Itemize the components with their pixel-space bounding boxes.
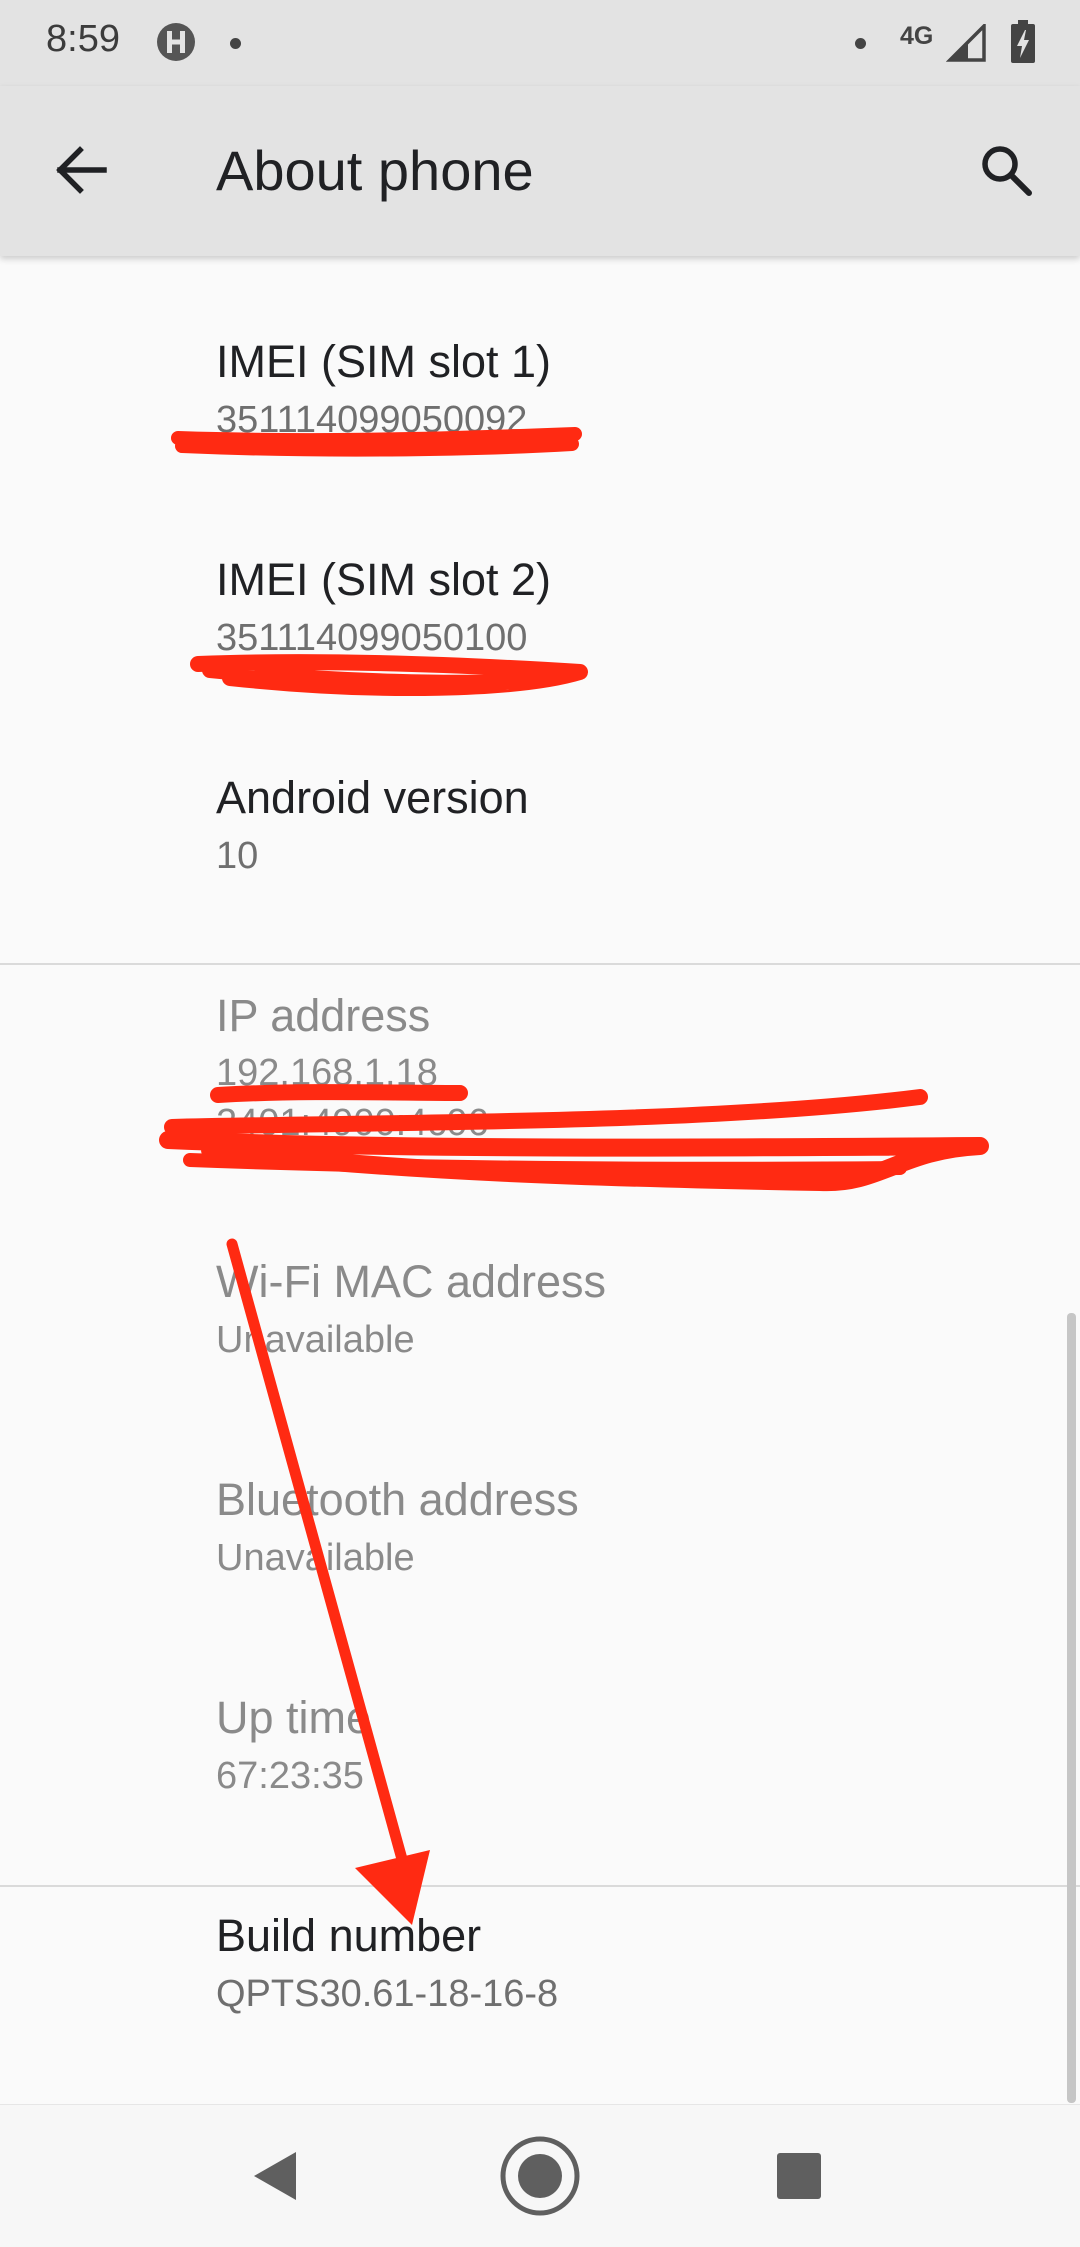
- status-dot-icon: [855, 38, 866, 49]
- status-time: 8:59: [46, 18, 120, 60]
- cell-signal-icon: [945, 21, 986, 67]
- list-item-up-time: Up time 67:23:35: [0, 1692, 1080, 1842]
- item-summary: 10: [216, 835, 259, 877]
- list-item-imei-sim1[interactable]: IMEI (SIM slot 1) 351114099050092: [0, 336, 1080, 486]
- item-summary-line-1: 192.168.1.18: [216, 1052, 438, 1094]
- nav-home-icon[interactable]: [498, 2131, 582, 2226]
- item-title: Android version: [216, 772, 529, 823]
- list-item-build-number[interactable]: Build number QPTS30.61-18-16-8: [0, 1910, 1080, 2060]
- scrollbar[interactable]: [1067, 1313, 1076, 2103]
- system-navigation-bar: [0, 2104, 1080, 2247]
- item-title: IP address: [216, 990, 431, 1041]
- list-item-android-version[interactable]: Android version 10: [0, 772, 1080, 922]
- item-summary-line-2: 2401:4900:4c06: [216, 1102, 489, 1144]
- item-summary: 351114099050092: [216, 399, 528, 441]
- h-circle-icon: [154, 20, 198, 69]
- item-summary: Unavailable: [216, 1537, 415, 1579]
- arrow-back-icon[interactable]: [52, 140, 112, 205]
- item-title: IMEI (SIM slot 1): [216, 336, 552, 387]
- item-summary: 351114099050100: [216, 617, 528, 659]
- battery-charging-icon: [1010, 20, 1036, 69]
- item-summary: QPTS30.61-18-16-8: [216, 1973, 559, 2015]
- item-summary: 67:23:35: [216, 1755, 364, 1797]
- item-summary: Unavailable: [216, 1319, 415, 1361]
- settings-list: IMEI (SIM slot 1) 351114099050092 IMEI (…: [0, 256, 1080, 2102]
- item-title: Bluetooth address: [216, 1474, 579, 1525]
- app-bar: About phone: [0, 86, 1080, 256]
- item-title: IMEI (SIM slot 2): [216, 554, 552, 605]
- list-item-ip-address: IP address 192.168.1.18 2401:4900:4c06: [0, 990, 1080, 1170]
- section-divider: [0, 1885, 1080, 1887]
- item-title: Wi-Fi MAC address: [216, 1256, 607, 1307]
- nav-recents-icon[interactable]: [775, 2131, 823, 2226]
- network-type: 4G: [900, 22, 934, 50]
- list-item-imei-sim2[interactable]: IMEI (SIM slot 2) 351114099050100: [0, 554, 1080, 704]
- search-icon[interactable]: [976, 140, 1036, 205]
- page-title: About phone: [216, 139, 534, 202]
- status-bar: 8:59 4G: [0, 0, 1080, 86]
- item-title: Build number: [216, 1910, 482, 1961]
- item-title: Up time: [216, 1692, 372, 1743]
- list-item-wifi-mac: Wi-Fi MAC address Unavailable: [0, 1256, 1080, 1406]
- section-divider: [0, 963, 1080, 965]
- nav-back-icon[interactable]: [250, 2131, 300, 2226]
- list-item-bluetooth-address: Bluetooth address Unavailable: [0, 1474, 1080, 1624]
- notification-dot-icon: [230, 38, 241, 49]
